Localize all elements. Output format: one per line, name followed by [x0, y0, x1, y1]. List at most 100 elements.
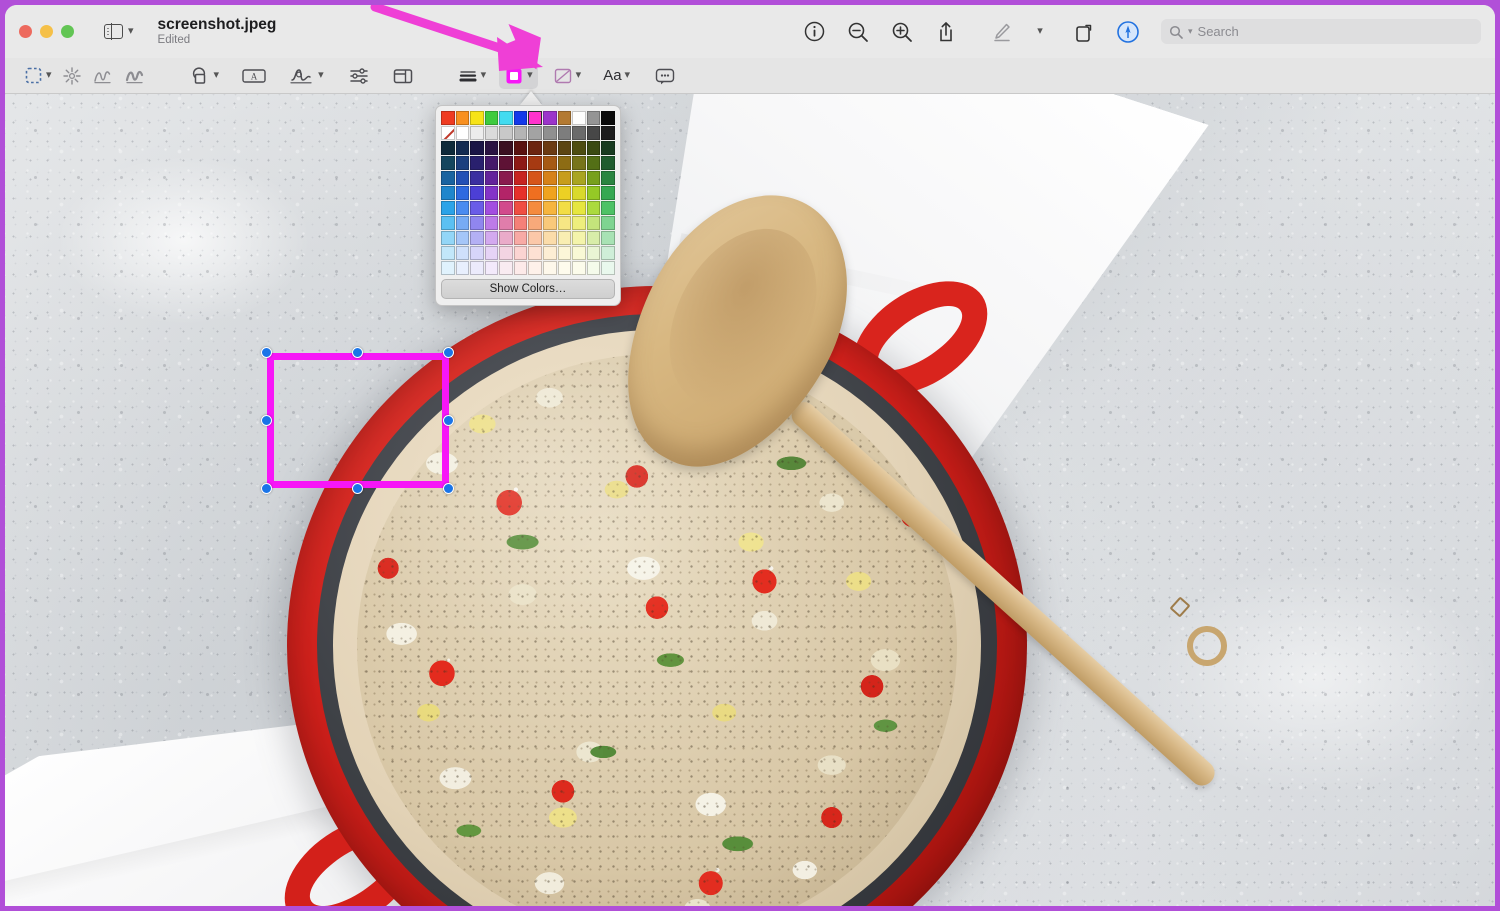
shapes-tool[interactable]: ▾	[185, 63, 225, 89]
color-swatch[interactable]	[528, 231, 543, 245]
color-swatch[interactable]	[528, 171, 543, 185]
color-swatch[interactable]	[441, 246, 455, 260]
color-swatch[interactable]	[586, 156, 601, 170]
info-button[interactable]	[801, 19, 827, 45]
magenta-rectangle-shape[interactable]	[267, 353, 449, 488]
color-swatch[interactable]	[572, 141, 586, 155]
fill-color-tool[interactable]: ▾	[548, 63, 587, 89]
color-swatch[interactable]	[441, 141, 455, 155]
color-swatch[interactable]	[441, 126, 455, 140]
rotate-button[interactable]	[1071, 19, 1097, 45]
color-swatch[interactable]	[441, 201, 455, 215]
color-swatch[interactable]	[513, 126, 528, 140]
color-swatch[interactable]	[470, 261, 484, 275]
color-swatch[interactable]	[572, 201, 586, 215]
color-swatch[interactable]	[499, 141, 513, 155]
minimize-window-button[interactable]	[40, 25, 53, 38]
color-swatch[interactable]	[499, 111, 513, 125]
color-swatch[interactable]	[484, 246, 499, 260]
color-swatch[interactable]	[499, 246, 513, 260]
color-swatch[interactable]	[455, 186, 470, 200]
color-swatch[interactable]	[572, 231, 586, 245]
color-swatch[interactable]	[484, 156, 499, 170]
color-swatch[interactable]	[441, 186, 455, 200]
maximize-window-button[interactable]	[61, 25, 74, 38]
color-swatch[interactable]	[513, 201, 528, 215]
color-swatch[interactable]	[528, 141, 543, 155]
resize-handle-middle-right[interactable]	[443, 415, 454, 426]
color-swatch[interactable]	[543, 201, 557, 215]
color-swatch[interactable]	[484, 231, 499, 245]
annotate-button[interactable]	[1115, 19, 1141, 45]
adjust-size-tool[interactable]	[387, 63, 419, 89]
color-swatch[interactable]	[586, 216, 601, 230]
color-swatch[interactable]	[470, 171, 484, 185]
color-swatch[interactable]	[543, 141, 557, 155]
color-swatch[interactable]	[572, 261, 586, 275]
color-swatch[interactable]	[455, 171, 470, 185]
color-swatch[interactable]	[499, 186, 513, 200]
color-swatch[interactable]	[586, 186, 601, 200]
color-swatch[interactable]	[513, 231, 528, 245]
color-swatch[interactable]	[499, 201, 513, 215]
color-swatch[interactable]	[455, 156, 470, 170]
color-swatch[interactable]	[499, 171, 513, 185]
color-swatch[interactable]	[572, 246, 586, 260]
color-swatch[interactable]	[601, 126, 615, 140]
color-swatch[interactable]	[513, 261, 528, 275]
color-swatch[interactable]	[586, 246, 601, 260]
color-swatch-grid[interactable]	[441, 111, 615, 275]
color-swatch[interactable]	[484, 186, 499, 200]
share-button[interactable]	[933, 19, 959, 45]
color-swatch[interactable]	[557, 246, 572, 260]
color-swatch[interactable]	[499, 261, 513, 275]
color-swatch[interactable]	[470, 126, 484, 140]
resize-handle-bottom-right[interactable]	[443, 483, 454, 494]
border-color-tool[interactable]: ▾	[499, 62, 538, 89]
color-swatch[interactable]	[586, 141, 601, 155]
color-swatch[interactable]	[586, 231, 601, 245]
color-swatch[interactable]	[513, 156, 528, 170]
color-swatch[interactable]	[455, 261, 470, 275]
color-swatch[interactable]	[441, 171, 455, 185]
color-swatch[interactable]	[470, 111, 484, 125]
color-swatch[interactable]	[586, 201, 601, 215]
color-swatch[interactable]	[557, 186, 572, 200]
color-swatch[interactable]	[543, 231, 557, 245]
shape-style-tool[interactable]: ▾	[453, 63, 492, 89]
color-swatch[interactable]	[557, 141, 572, 155]
color-swatch[interactable]	[484, 141, 499, 155]
color-swatch[interactable]	[499, 231, 513, 245]
markup-dropdown[interactable]: ▾	[1027, 19, 1053, 45]
color-swatch[interactable]	[441, 231, 455, 245]
selection-tool[interactable]: ▾	[19, 63, 57, 89]
color-swatch[interactable]	[455, 216, 470, 230]
search-input[interactable]: ▾ Search	[1161, 19, 1481, 44]
color-swatch[interactable]	[557, 231, 572, 245]
color-swatch[interactable]	[484, 261, 499, 275]
color-swatch[interactable]	[455, 126, 470, 140]
color-swatch[interactable]	[470, 231, 484, 245]
color-swatch[interactable]	[499, 216, 513, 230]
color-swatch[interactable]	[543, 111, 557, 125]
color-swatch[interactable]	[543, 261, 557, 275]
color-swatch[interactable]	[586, 126, 601, 140]
close-window-button[interactable]	[19, 25, 32, 38]
resize-handle-middle-left[interactable]	[261, 415, 272, 426]
adjust-color-tool[interactable]	[343, 63, 375, 89]
color-swatch[interactable]	[513, 141, 528, 155]
color-swatch[interactable]	[528, 156, 543, 170]
color-swatch[interactable]	[601, 156, 615, 170]
color-swatch[interactable]	[572, 126, 586, 140]
color-swatch[interactable]	[572, 111, 586, 125]
color-swatch[interactable]	[601, 141, 615, 155]
color-swatch[interactable]	[557, 216, 572, 230]
color-swatch[interactable]	[572, 171, 586, 185]
annotate-note-tool[interactable]	[649, 63, 681, 89]
color-swatch[interactable]	[528, 126, 543, 140]
draw-tool[interactable]	[119, 63, 151, 89]
sidebar-toggle-button[interactable]: ▾	[104, 23, 134, 40]
sketch-tool[interactable]	[87, 63, 119, 89]
color-swatch[interactable]	[441, 111, 455, 125]
resize-handle-bottom-center[interactable]	[352, 483, 363, 494]
